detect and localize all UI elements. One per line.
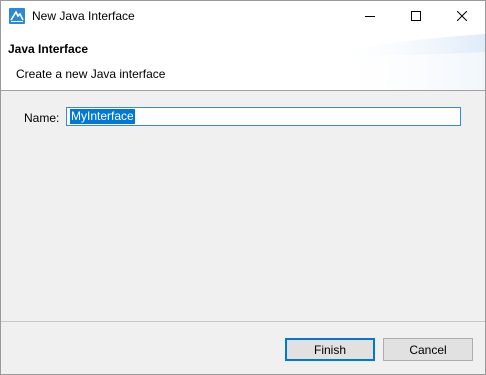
wizard-page-title: Java Interface — [8, 42, 89, 56]
wizard-page-description: Create a new Java interface — [16, 67, 166, 81]
header-banner-graphic — [325, 34, 485, 90]
name-input-selected-text[interactable]: MyInterface — [70, 109, 135, 124]
wizard-content: Name: MyInterface — [1, 91, 485, 321]
dialog-window: New Java Interface Java Interface Create… — [0, 0, 486, 375]
finish-button[interactable]: Finish — [285, 338, 375, 361]
close-button[interactable] — [439, 1, 485, 32]
name-label: Name: — [24, 111, 60, 125]
close-icon — [456, 10, 468, 24]
cancel-button[interactable]: Cancel — [383, 338, 473, 361]
java-wizard-icon — [9, 8, 25, 24]
button-bar-divider — [1, 321, 485, 322]
maximize-icon — [411, 10, 421, 24]
maximize-button[interactable] — [393, 1, 439, 32]
minimize-icon — [365, 10, 375, 24]
minimize-button[interactable] — [347, 1, 393, 32]
title-bar: New Java Interface — [1, 1, 485, 32]
window-title: New Java Interface — [32, 9, 135, 23]
wizard-header: Java Interface Create a new Java interfa… — [1, 32, 485, 90]
name-field[interactable]: MyInterface — [66, 107, 461, 126]
